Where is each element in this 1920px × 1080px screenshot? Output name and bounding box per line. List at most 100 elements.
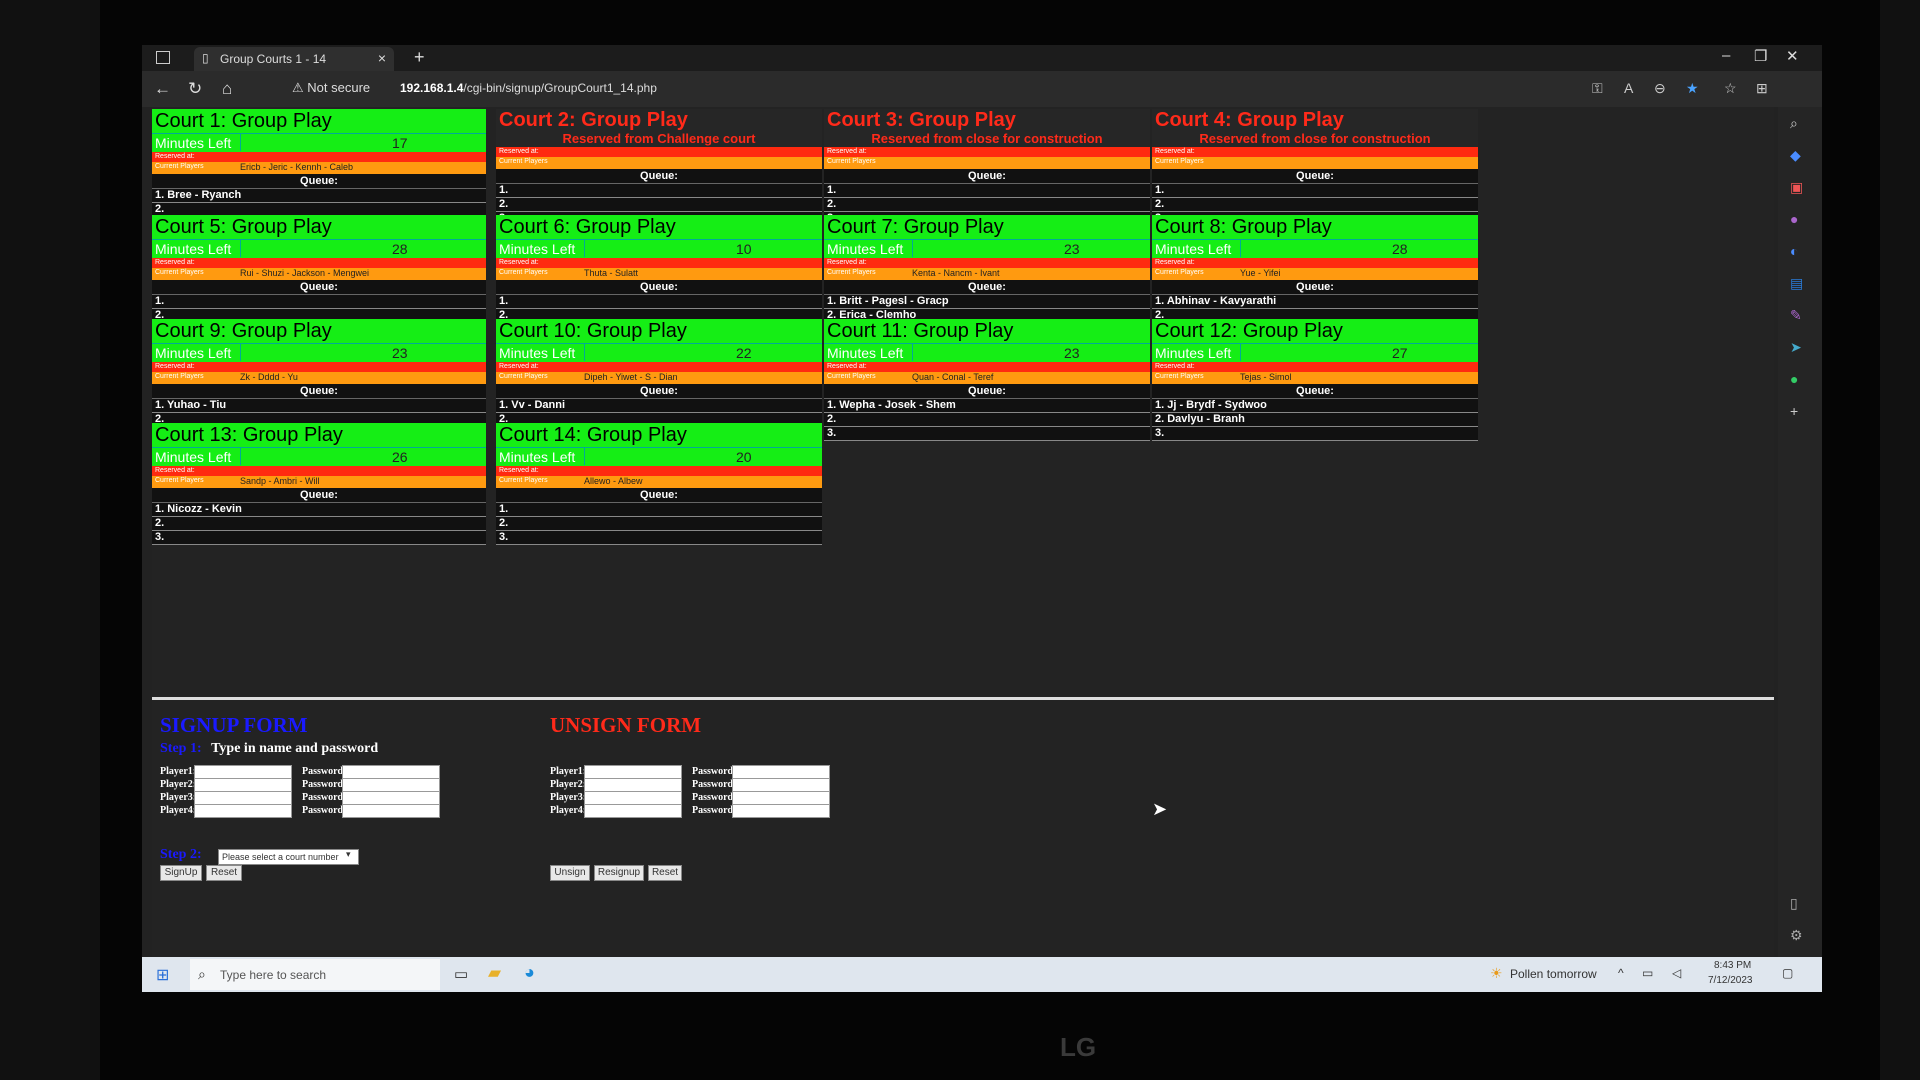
minutes-left-value: 17 (392, 135, 408, 151)
signup-button[interactable]: SignUp (160, 865, 202, 881)
minutes-left-label: Minutes Left (827, 345, 904, 361)
reserved-at-label: Reserved at: (827, 363, 867, 370)
current-players-label: Current Players (1155, 158, 1204, 165)
games-icon[interactable]: ◐ (1790, 243, 1798, 259)
court-select[interactable]: Please select a court number (218, 849, 359, 865)
minutes-left-value: 10 (736, 241, 752, 257)
address-bar: ← ↻ ⌂ ⚠ Not secure 192.168.1.4/cgi-bin/s… (142, 71, 1822, 107)
current-players-label: Current Players (155, 269, 204, 276)
close-window-icon[interactable]: ✕ (1786, 47, 1799, 65)
player-name-input[interactable] (584, 765, 682, 779)
notification-icon[interactable]: ▢ (1782, 966, 1793, 980)
player-name-input[interactable] (584, 804, 682, 818)
player-name-input[interactable] (584, 778, 682, 792)
password-input[interactable] (732, 804, 830, 818)
password-input[interactable] (732, 765, 830, 779)
drop-icon[interactable]: ● (1790, 371, 1798, 387)
unsign-player-row: Player3: Password: (550, 791, 830, 805)
file-explorer-icon[interactable]: ▰ (488, 963, 501, 983)
court-title: Court 4: Group Play (1152, 109, 1478, 131)
key-icon[interactable]: ⚿ (1592, 80, 1603, 97)
read-aloud-icon[interactable]: A (1624, 80, 1633, 96)
current-players-value: Kenta - Nancm - Ivant (912, 268, 1000, 278)
send-icon[interactable]: ➤ (1790, 339, 1802, 356)
password-input[interactable] (342, 778, 440, 792)
refresh-icon[interactable]: ↻ (188, 79, 202, 99)
settings-gear-icon[interactable]: ⚙ (1790, 927, 1803, 944)
queue-item: 1. Vv - Danni (496, 399, 822, 413)
unsign-button[interactable]: Unsign (550, 865, 590, 881)
people-icon[interactable]: ● (1790, 211, 1798, 227)
clock-date[interactable]: 7/12/2023 (1708, 975, 1753, 986)
zoom-icon[interactable]: ⊖ (1654, 80, 1666, 97)
taskbar: ⊞ ⌕ Type here to search ▭ ▰ ◕ ☀ Pollen t… (142, 957, 1822, 992)
queue-header: Queue: (152, 174, 486, 189)
outlook-icon[interactable]: ▤ (1790, 275, 1803, 292)
queue-item: 1. Britt - Pagesl - Gracp (824, 295, 1150, 309)
queue-header: Queue: (1152, 280, 1478, 295)
player-name-input[interactable] (194, 765, 292, 779)
tag-icon[interactable]: ◆ (1790, 147, 1801, 164)
designer-icon[interactable]: ✎ (1790, 307, 1802, 324)
clock-time[interactable]: 8:43 PM (1714, 960, 1751, 971)
queue-item: 1. Bree - Ryanch (152, 189, 486, 203)
current-players-row: Current Players Dipeh - Yiwet - S - Dian (496, 372, 822, 384)
current-players-row: Current Players Quan - Conal - Teref (824, 372, 1150, 384)
favorite-star-icon[interactable]: ★ (1686, 80, 1699, 97)
security-indicator[interactable]: ⚠ Not secure (292, 80, 370, 96)
windows-start-icon[interactable]: ⊞ (156, 965, 169, 985)
current-players-row: Current Players (1152, 157, 1478, 169)
network-icon[interactable]: ▭ (1642, 966, 1653, 980)
reserved-note: Reserved from Challenge court (496, 131, 822, 147)
password-input[interactable] (342, 804, 440, 818)
volume-icon[interactable]: ◁ (1672, 966, 1681, 980)
password-input[interactable] (732, 791, 830, 805)
edge-icon[interactable]: ◕ (524, 962, 535, 983)
signup-reset-button[interactable]: Reset (206, 865, 242, 881)
url-field[interactable]: 192.168.1.4/cgi-bin/signup/GroupCourt1_1… (400, 81, 657, 95)
weather-icon[interactable]: ☀ (1490, 965, 1503, 982)
add-icon[interactable]: + (1790, 403, 1798, 419)
current-players-value: Quan - Conal - Teref (912, 372, 994, 382)
player-name-input[interactable] (194, 778, 292, 792)
player-name-input[interactable] (194, 791, 292, 805)
task-view-icon[interactable]: ▭ (454, 965, 468, 983)
queue-header: Queue: (1152, 384, 1478, 399)
close-tab-icon[interactable]: × (378, 50, 386, 66)
split-view-icon[interactable]: ▯ (1790, 895, 1798, 912)
minutes-left-label: Minutes Left (1155, 241, 1232, 257)
toolbox-icon[interactable]: ▣ (1790, 179, 1803, 196)
minutes-left-label: Minutes Left (827, 241, 904, 257)
player-name-input[interactable] (194, 804, 292, 818)
password-label: Password: (302, 805, 347, 816)
reserved-at-row: Reserved at: (496, 362, 822, 372)
password-input[interactable] (732, 778, 830, 792)
reserved-at-label: Reserved at: (499, 467, 539, 474)
restore-icon[interactable]: ❐ (1754, 47, 1767, 65)
minutes-left-row: Minutes Left 28 (152, 239, 486, 258)
back-icon[interactable]: ← (154, 79, 171, 99)
taskbar-search[interactable]: ⌕ Type here to search (190, 959, 440, 990)
court-title: Court 5: Group Play (152, 215, 486, 239)
court-card-14: Court 14: Group Play Minutes Left 20 Reserv… (496, 423, 822, 545)
tab-actions-icon[interactable] (156, 51, 170, 64)
minutes-left-value: 23 (392, 345, 408, 361)
resignup-button[interactable]: Resignup (594, 865, 644, 881)
browser-tab[interactable]: ▯ Group Courts 1 - 14 × (194, 47, 394, 71)
collections-icon[interactable]: ⊞ (1756, 80, 1768, 97)
password-input[interactable] (342, 765, 440, 779)
favorites-icon[interactable]: ☆ (1724, 80, 1737, 97)
search-icon[interactable]: ⌕ (1790, 115, 1798, 132)
unsign-reset-button[interactable]: Reset (648, 865, 682, 881)
weather-text[interactable]: Pollen tomorrow (1510, 967, 1597, 981)
court-title: Court 8: Group Play (1152, 215, 1478, 239)
player-name-input[interactable] (584, 791, 682, 805)
home-icon[interactable]: ⌂ (222, 79, 232, 99)
minimize-icon[interactable]: – (1722, 47, 1730, 64)
tray-chevron-icon[interactable]: ^ (1618, 966, 1624, 980)
court-title: Court 11: Group Play (824, 319, 1150, 343)
new-tab-icon[interactable]: + (414, 47, 425, 68)
password-input[interactable] (342, 791, 440, 805)
minutes-left-value: 23 (1064, 241, 1080, 257)
reserved-at-label: Reserved at: (155, 363, 195, 370)
